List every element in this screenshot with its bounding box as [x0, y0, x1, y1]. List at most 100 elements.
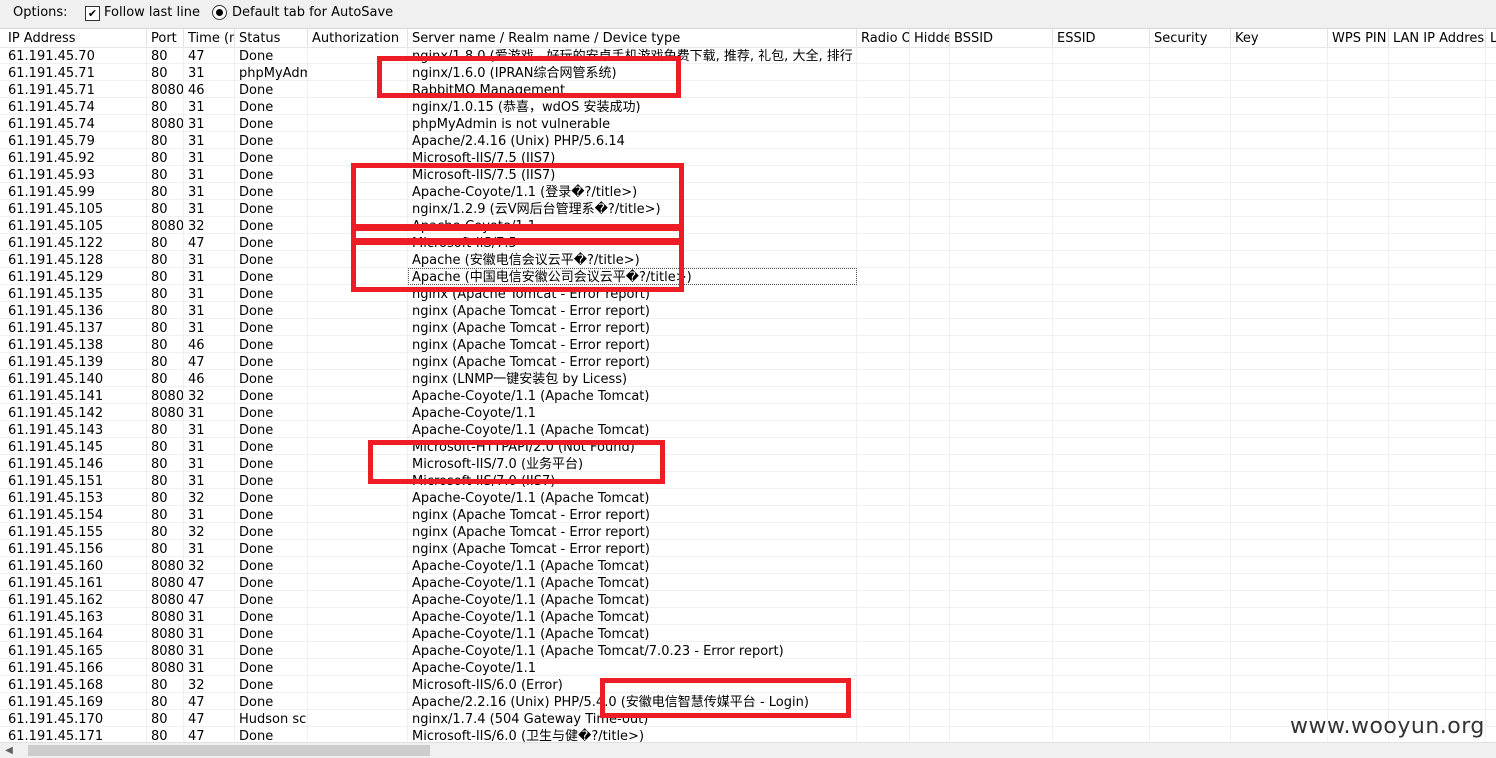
table-row[interactable]: 61.191.45.154 80 31 Done nginx (Apache Tomca… [0, 506, 1496, 523]
cell-time: 31 [184, 319, 235, 336]
table-row[interactable]: 61.191.45.135 80 31 Done nginx (Apache Tomca… [0, 285, 1496, 302]
cell-essid [1053, 523, 1150, 540]
table-row[interactable]: 61.191.45.163 8080 31 Done Apache-Coyote/1.1… [0, 608, 1496, 625]
table-row[interactable]: 61.191.45.166 8080 31 Done Apache-Coyote/1.1 [0, 659, 1496, 676]
table-row[interactable]: 61.191.45.99 80 31 Done Apache-Coyote/1.1 (登… [0, 183, 1496, 200]
cell-security [1150, 336, 1231, 353]
column-header-bssid[interactable]: BSSID [950, 29, 1053, 47]
cell-port: 80 [147, 149, 184, 166]
table-row[interactable]: 61.191.45.161 8080 47 Done Apache-Coyote/1.1… [0, 574, 1496, 591]
table-row[interactable]: 61.191.45.151 80 31 Done Microsoft-IIS/7.0 (… [0, 472, 1496, 489]
column-header-lan-ip-address[interactable]: LAN IP Address [1389, 29, 1486, 47]
table-row[interactable]: 61.191.45.139 80 47 Done nginx (Apache Tomca… [0, 353, 1496, 370]
column-header-hidden[interactable]: Hidden [910, 29, 950, 47]
table-row[interactable]: 61.191.45.160 8080 32 Done Apache-Coyote/1.1… [0, 557, 1496, 574]
table-row[interactable]: 61.191.45.92 80 31 Done Microsoft-IIS/7.5 (I… [0, 149, 1496, 166]
cell-lan-ip-address [1389, 64, 1486, 81]
follow-last-line-checkbox[interactable]: ✔ [85, 6, 100, 21]
cell-wps-pin [1328, 285, 1389, 302]
cell-security [1150, 625, 1231, 642]
cell-security [1150, 183, 1231, 200]
cell-ip-address: 61.191.45.156 [4, 540, 147, 557]
table-row[interactable]: 61.191.45.156 80 31 Done nginx (Apache Tomca… [0, 540, 1496, 557]
column-header-extra[interactable]: L [1486, 29, 1496, 47]
table-row[interactable]: 61.191.45.71 8080 46 Done RabbitMQ Managemen… [0, 81, 1496, 98]
cell-port: 8080 [147, 591, 184, 608]
cell-status: Done [235, 625, 308, 642]
horizontal-scrollbar[interactable]: ◀ [0, 742, 1496, 758]
cell-authorization [308, 557, 408, 574]
table-row[interactable]: 61.191.45.71 80 31 phpMyAdm nginx/1.6.0 (IPR… [0, 64, 1496, 81]
table-row[interactable]: 61.191.45.168 80 32 Done Microsoft-IIS/6.0 (… [0, 676, 1496, 693]
cell-extra [1486, 574, 1496, 591]
results-grid[interactable]: IP AddressPortTime (mStatusAuthorization… [0, 29, 1496, 742]
table-row[interactable]: 61.191.45.146 80 31 Done Microsoft-IIS/7.0 (… [0, 455, 1496, 472]
cell-port: 8080 [147, 625, 184, 642]
table-row[interactable]: 61.191.45.129 80 31 Done Apache (中国电信安徽公司会议云… [0, 268, 1496, 285]
table-row[interactable]: 61.191.45.122 80 47 Done Microsoft-IIS/7.5 [0, 234, 1496, 251]
cell-extra [1486, 268, 1496, 285]
table-row[interactable]: 61.191.45.165 8080 31 Done Apache-Coyote/1.1… [0, 642, 1496, 659]
table-row[interactable]: 61.191.45.143 80 31 Done Apache-Coyote/1.1 (… [0, 421, 1496, 438]
table-row[interactable]: 61.191.45.74 80 31 Done nginx/1.0.15 (恭喜，wdO… [0, 98, 1496, 115]
table-row[interactable]: 61.191.45.162 8080 47 Done Apache-Coyote/1.1… [0, 591, 1496, 608]
table-row[interactable]: 61.191.45.142 8080 31 Done Apache-Coyote/1.1 [0, 404, 1496, 421]
table-row[interactable]: 61.191.45.171 80 47 Done Microsoft-IIS/6.0 (… [0, 727, 1496, 742]
cell-time: 32 [184, 557, 235, 574]
cell-time: 46 [184, 336, 235, 353]
table-row[interactable]: 61.191.45.136 80 31 Done nginx (Apache Tomca… [0, 302, 1496, 319]
cell-status: Done [235, 557, 308, 574]
column-header-wps-pin[interactable]: WPS PIN [1328, 29, 1389, 47]
column-header-port[interactable]: Port [147, 29, 184, 47]
table-row[interactable]: 61.191.45.93 80 31 Done Microsoft-IIS/7.5 (I… [0, 166, 1496, 183]
cell-time: 31 [184, 166, 235, 183]
table-row[interactable]: 61.191.45.145 80 31 Done Microsoft-HTTPAPI/2… [0, 438, 1496, 455]
table-row[interactable]: 61.191.45.137 80 31 Done nginx (Apache Tomca… [0, 319, 1496, 336]
cell-bssid [950, 183, 1053, 200]
column-header-authorization[interactable]: Authorization [308, 29, 408, 47]
cell-radio-off [857, 472, 910, 489]
cell-essid [1053, 540, 1150, 557]
table-row[interactable]: 61.191.45.140 80 46 Done nginx (LNMP一键安装包 by… [0, 370, 1496, 387]
default-tab-radio[interactable] [212, 5, 227, 20]
table-row[interactable]: 61.191.45.141 8080 32 Done Apache-Coyote/1.1… [0, 387, 1496, 404]
follow-last-line-label[interactable]: Follow last line [104, 5, 200, 20]
cell-radio-off [857, 608, 910, 625]
cell-radio-off [857, 404, 910, 421]
cell-port: 80 [147, 98, 184, 115]
cell-hidden [910, 166, 950, 183]
default-tab-label[interactable]: Default tab for AutoSave [232, 5, 393, 20]
table-row[interactable]: 61.191.45.164 8080 31 Done Apache-Coyote/1.1… [0, 625, 1496, 642]
cell-hidden [910, 506, 950, 523]
table-row[interactable]: 61.191.45.79 80 31 Done Apache/2.4.16 (Unix)… [0, 132, 1496, 149]
cell-wps-pin [1328, 489, 1389, 506]
scroll-left-arrow-icon[interactable]: ◀ [2, 743, 16, 758]
table-row[interactable]: 61.191.45.170 80 47 Hudson sca nginx/1.7.4 (… [0, 710, 1496, 727]
table-row[interactable]: 61.191.45.155 80 32 Done nginx (Apache Tomca… [0, 523, 1496, 540]
column-header-time[interactable]: Time (m [184, 29, 235, 47]
cell-ip-address: 61.191.45.136 [4, 302, 147, 319]
cell-status: Done [235, 149, 308, 166]
cell-time: 47 [184, 353, 235, 370]
cell-authorization [308, 642, 408, 659]
column-header-essid[interactable]: ESSID [1053, 29, 1150, 47]
column-header-server-name[interactable]: Server name / Realm name / Device type [408, 29, 857, 47]
table-row[interactable]: 61.191.45.138 80 46 Done nginx (Apache Tomca… [0, 336, 1496, 353]
cell-security [1150, 200, 1231, 217]
cell-radio-off [857, 370, 910, 387]
scrollbar-thumb[interactable] [28, 745, 430, 756]
table-row[interactable]: 61.191.45.74 8080 31 Done phpMyAdmin is not … [0, 115, 1496, 132]
table-row[interactable]: 61.191.45.105 8080 32 Done Apache-Coyote/1.1 [0, 217, 1496, 234]
table-row[interactable]: 61.191.45.105 80 31 Done nginx/1.2.9 (云V网后台管… [0, 200, 1496, 217]
table-row[interactable]: 61.191.45.169 80 47 Done Apache/2.2.16 (Unix… [0, 693, 1496, 710]
table-row[interactable]: 61.191.45.153 80 32 Done Apache-Coyote/1.1 (… [0, 489, 1496, 506]
column-header-status[interactable]: Status [235, 29, 308, 47]
cell-time: 47 [184, 727, 235, 742]
column-header-radio-off[interactable]: Radio Of [857, 29, 910, 47]
column-header-security[interactable]: Security [1150, 29, 1231, 47]
column-header-ip-address[interactable]: IP Address [4, 29, 147, 47]
column-header-key[interactable]: Key [1231, 29, 1328, 47]
table-row[interactable]: 61.191.45.70 80 47 Done nginx/1.8.0 (爱游戏 - 好… [0, 47, 1496, 64]
table-row[interactable]: 61.191.45.128 80 31 Done Apache (安徽电信会议云平�?/… [0, 251, 1496, 268]
cell-ip-address: 61.191.45.163 [4, 608, 147, 625]
